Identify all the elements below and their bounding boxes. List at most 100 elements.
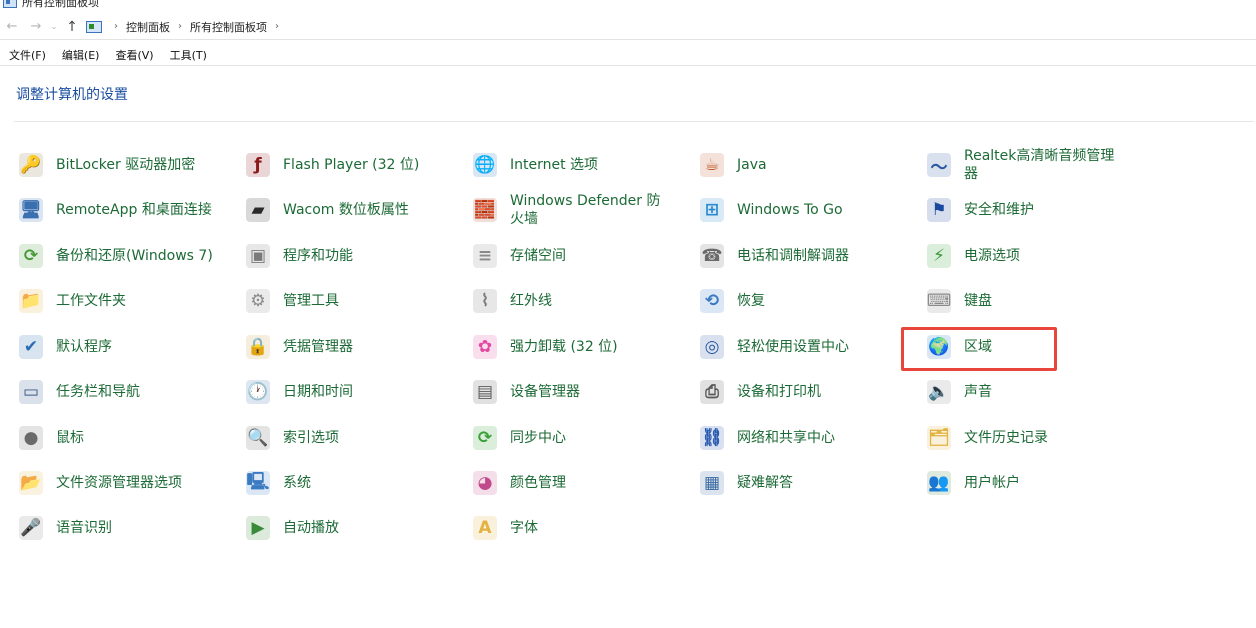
control-panel-item[interactable]: ◎ 轻松使用设置中心 bbox=[681, 325, 901, 369]
infrared-icon: ⌇ bbox=[470, 286, 500, 316]
control-panel-item-label: 电源选项 bbox=[964, 248, 1020, 264]
control-panel-item[interactable]: ● 鼠标 bbox=[0, 416, 220, 460]
control-panel-item-label: 语音识别 bbox=[56, 520, 112, 536]
control-panel-item-label: 凭据管理器 bbox=[283, 339, 353, 355]
autoplay-icon: ▶ bbox=[243, 513, 273, 543]
control-panel-item[interactable]: ▣ 程序和功能 bbox=[227, 234, 447, 278]
control-panel-item[interactable]: 🔈 声音 bbox=[908, 370, 1128, 414]
control-panel-item-label: Java bbox=[737, 157, 767, 173]
control-panel-item-label: 颜色管理 bbox=[510, 475, 566, 491]
credential-icon: 🔒 bbox=[246, 335, 270, 359]
control-panel-item-label: 存储空间 bbox=[510, 248, 566, 264]
control-panel-item-label: 安全和维护 bbox=[964, 202, 1034, 218]
control-panel-items-grid: 🔑 BitLocker 驱动器加密 🖥 RemoteApp 和桌面连接 ⟳ 备份和还原(W… bbox=[0, 0, 1256, 628]
storage-icon: ≡ bbox=[470, 241, 500, 271]
control-panel-item[interactable]: ☕ Java bbox=[681, 143, 901, 187]
control-panel-item-label: 鼠标 bbox=[56, 430, 84, 446]
control-panel-item-label: Flash Player (32 位) bbox=[283, 157, 420, 173]
control-panel-item-label: 字体 bbox=[510, 520, 538, 536]
fonts-icon: A bbox=[470, 513, 500, 543]
control-panel-item[interactable]: ✔ 默认程序 bbox=[0, 325, 220, 369]
control-panel-item[interactable]: 🔍 索引选项 bbox=[227, 416, 447, 460]
control-panel-item[interactable]: ▤ 设备管理器 bbox=[454, 370, 674, 414]
control-panel-item-label: 用户帐户 bbox=[964, 475, 1020, 491]
control-panel-item[interactable]: ✿ 强力卸载 (32 位) bbox=[454, 325, 674, 369]
control-panel-item[interactable]: 🎤 语音识别 bbox=[0, 506, 220, 550]
control-panel-item[interactable]: ⎙ 设备和打印机 bbox=[681, 370, 901, 414]
control-panel-item-label: RemoteApp 和桌面连接 bbox=[56, 202, 212, 218]
control-panel-item[interactable]: 🔒 凭据管理器 bbox=[227, 325, 447, 369]
control-panel-item-label: 键盘 bbox=[964, 293, 992, 309]
microphone-icon: 🎤 bbox=[19, 516, 43, 540]
index-icon: 🔍 bbox=[246, 426, 270, 450]
system-icon: 🖳 bbox=[243, 468, 273, 498]
internet-icon: 🌐 bbox=[473, 153, 497, 177]
admin-tools-icon: ⚙ bbox=[243, 286, 273, 316]
control-panel-item-label: 网络和共享中心 bbox=[737, 430, 835, 446]
control-panel-item-label: 轻松使用设置中心 bbox=[737, 339, 849, 355]
control-panel-item[interactable]: 📂 文件资源管理器选项 bbox=[0, 461, 220, 505]
control-panel-item[interactable]: ⚑ 安全和维护 bbox=[908, 188, 1128, 232]
control-panel-item[interactable]: ⟳ 同步中心 bbox=[454, 416, 674, 460]
control-panel-item[interactable]: ▭ 任务栏和导航 bbox=[0, 370, 220, 414]
phone-icon: ☎ bbox=[700, 244, 724, 268]
file-history-icon: 🗂 bbox=[927, 426, 951, 450]
color-icon: ◕ bbox=[470, 468, 500, 498]
control-panel-item[interactable]: ⊞ Windows To Go bbox=[681, 188, 901, 232]
explorer-options-icon: 📂 bbox=[19, 471, 43, 495]
control-panel-item[interactable]: ▦ 疑难解答 bbox=[681, 461, 901, 505]
clock-icon: 🕐 bbox=[246, 380, 270, 404]
control-panel-item[interactable]: 🖳 系统 bbox=[227, 461, 447, 505]
control-panel-item-label: 索引选项 bbox=[283, 430, 339, 446]
control-panel-item[interactable]: 🧱 Windows Defender 防火墙 bbox=[454, 188, 674, 232]
highlight-box bbox=[901, 327, 1057, 371]
control-panel-item[interactable]: ⟲ 恢复 bbox=[681, 279, 901, 323]
control-panel-item[interactable]: 🔑 BitLocker 驱动器加密 bbox=[0, 143, 220, 187]
control-panel-item[interactable]: 🌐 Internet 选项 bbox=[454, 143, 674, 187]
control-panel-item[interactable]: 🖥 RemoteApp 和桌面连接 bbox=[0, 188, 220, 232]
control-panel-item[interactable]: ◕ 颜色管理 bbox=[454, 461, 674, 505]
remote-desktop-icon: 🖥 bbox=[19, 198, 43, 222]
control-panel-item[interactable]: ▶ 自动播放 bbox=[227, 506, 447, 550]
windows-to-go-icon: ⊞ bbox=[697, 195, 727, 225]
control-panel-item[interactable]: ⌨ 键盘 bbox=[908, 279, 1128, 323]
control-panel-item[interactable]: A 字体 bbox=[454, 506, 674, 550]
programs-icon: ▣ bbox=[243, 241, 273, 271]
control-panel-item[interactable]: ☎ 电话和调制解调器 bbox=[681, 234, 901, 278]
control-panel-item-label: BitLocker 驱动器加密 bbox=[56, 157, 196, 173]
control-panel-item[interactable]: ≡ 存储空间 bbox=[454, 234, 674, 278]
sync-icon: ⟳ bbox=[470, 423, 500, 453]
audio-manager-icon: 〜 bbox=[924, 150, 954, 180]
control-panel-item[interactable]: ⟳ 备份和还原(Windows 7) bbox=[0, 234, 220, 278]
mouse-icon: ● bbox=[16, 423, 46, 453]
control-panel-item-label: 系统 bbox=[283, 475, 311, 491]
control-panel-item-label: 恢复 bbox=[737, 293, 765, 309]
control-panel-item[interactable]: 📁 工作文件夹 bbox=[0, 279, 220, 323]
control-panel-item-label: Internet 选项 bbox=[510, 157, 599, 173]
control-panel-item-label: Windows To Go bbox=[737, 202, 843, 218]
tablet-icon: ▰ bbox=[243, 195, 273, 225]
control-panel-item-label: 红外线 bbox=[510, 293, 552, 309]
control-panel-item[interactable]: 🗂 文件历史记录 bbox=[908, 416, 1128, 460]
control-panel-item-label: 管理工具 bbox=[283, 293, 339, 309]
control-panel-item-label: 疑难解答 bbox=[737, 475, 793, 491]
flash-icon: ƒ bbox=[243, 150, 273, 180]
control-panel-item[interactable]: 〜 Realtek高清晰音频管理器 bbox=[908, 143, 1128, 187]
control-panel-item[interactable]: 🕐 日期和时间 bbox=[227, 370, 447, 414]
flag-icon: ⚑ bbox=[924, 195, 954, 225]
control-panel-item[interactable]: ▰ Wacom 数位板属性 bbox=[227, 188, 447, 232]
control-panel-item-label: 日期和时间 bbox=[283, 384, 353, 400]
control-panel-item[interactable]: 👥 用户帐户 bbox=[908, 461, 1128, 505]
control-panel-item-label: Wacom 数位板属性 bbox=[283, 202, 409, 218]
control-panel-item[interactable]: ⌇ 红外线 bbox=[454, 279, 674, 323]
speaker-icon: 🔈 bbox=[927, 380, 951, 404]
network-icon: ⛓ bbox=[700, 426, 724, 450]
control-panel-item-label: 文件资源管理器选项 bbox=[56, 475, 182, 491]
control-panel-item-label: 文件历史记录 bbox=[964, 430, 1048, 446]
control-panel-item[interactable]: ⚙ 管理工具 bbox=[227, 279, 447, 323]
uninstall-icon: ✿ bbox=[470, 332, 500, 362]
recovery-icon: ⟲ bbox=[697, 286, 727, 316]
control-panel-item[interactable]: ƒ Flash Player (32 位) bbox=[227, 143, 447, 187]
control-panel-item[interactable]: ⚡ 电源选项 bbox=[908, 234, 1128, 278]
control-panel-item[interactable]: ⛓ 网络和共享中心 bbox=[681, 416, 901, 460]
